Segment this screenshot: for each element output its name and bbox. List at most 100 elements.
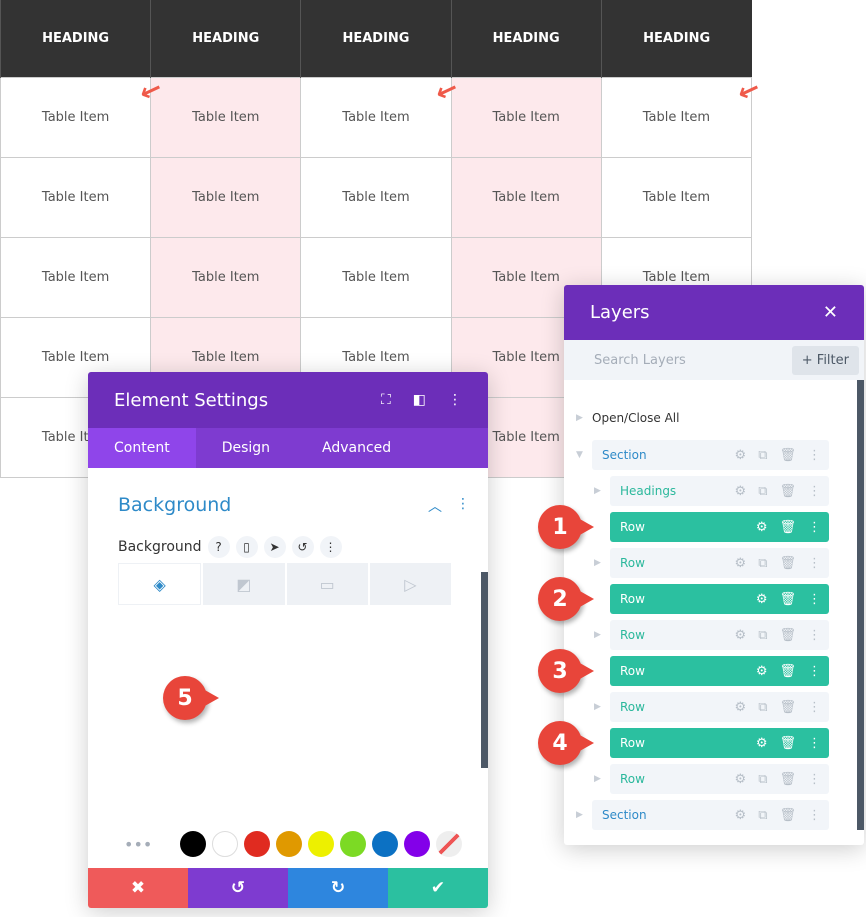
color-swatch[interactable]	[372, 831, 399, 857]
image-icon[interactable]: ▭	[286, 563, 368, 605]
layer-item[interactable]: ▶ Row ⚙ ⧉ 🗑 ⋮	[594, 620, 829, 650]
color-swatch[interactable]	[404, 831, 431, 857]
more-icon[interactable]: ⋮	[808, 772, 821, 787]
more-icon[interactable]: ⋮	[808, 592, 821, 607]
tab-design[interactable]: Design	[196, 428, 296, 468]
save-button[interactable]: ✔	[388, 868, 488, 908]
layer-item[interactable]: ▶ Section ⚙ ⧉ 🗑 ⋮	[576, 800, 829, 830]
undo-button[interactable]: ↺	[188, 868, 288, 908]
gear-icon[interactable]: ⚙	[756, 664, 768, 679]
expand-icon[interactable]: ▶	[594, 486, 601, 496]
trash-icon[interactable]: 🗑	[779, 628, 796, 643]
more-icon[interactable]: ⋮	[319, 536, 342, 558]
duplicate-icon[interactable]: ⧉	[758, 700, 767, 715]
more-icon[interactable]: ⋮	[808, 556, 821, 571]
no-color-swatch[interactable]	[436, 831, 463, 857]
layer-item[interactable]: Row ⚙ 🗑 ⋮	[610, 584, 829, 614]
trash-icon[interactable]: 🗑	[779, 700, 796, 715]
gear-icon[interactable]: ⚙	[735, 700, 747, 715]
gear-icon[interactable]: ⚙	[735, 448, 747, 463]
more-icon[interactable]: ⋮	[808, 700, 821, 715]
layer-item[interactable]: ▶ Row ⚙ ⧉ 🗑 ⋮	[594, 548, 829, 578]
more-icon[interactable]: ⋮	[808, 484, 821, 499]
sidebar-icon[interactable]: ◧	[413, 392, 426, 408]
layer-item[interactable]: Row ⚙ 🗑 ⋮	[610, 656, 829, 686]
duplicate-icon[interactable]: ⧉	[758, 556, 767, 571]
gear-icon[interactable]: ⚙	[756, 520, 768, 535]
gear-icon[interactable]: ⚙	[756, 736, 768, 751]
color-swatch[interactable]	[308, 831, 335, 857]
trash-icon[interactable]: 🗑	[779, 808, 796, 823]
paint-bucket-icon[interactable]: ◈	[118, 563, 202, 605]
tab-advanced[interactable]: Advanced	[296, 428, 417, 468]
trash-icon[interactable]: 🗑	[779, 556, 796, 571]
expand-icon[interactable]: ▶	[594, 630, 601, 640]
video-icon[interactable]: ▷	[369, 563, 451, 605]
duplicate-icon[interactable]: ⧉	[758, 448, 767, 463]
table-row: Table ItemTable ItemTable ItemTable Item…	[0, 76, 753, 158]
gear-icon[interactable]: ⚙	[735, 484, 747, 499]
chevron-up-icon[interactable]: ︿	[428, 496, 442, 516]
scrollbar[interactable]	[857, 380, 864, 830]
layer-item[interactable]: ▼ Section ⚙ ⧉ 🗑 ⋮	[576, 440, 829, 470]
open-close-all[interactable]: ▶ Open/Close All	[576, 403, 679, 433]
more-icon[interactable]: ⋮	[808, 664, 821, 679]
more-icon[interactable]: ⋮	[808, 628, 821, 643]
mobile-icon[interactable]: ▯	[235, 536, 258, 558]
reset-icon[interactable]: ↺	[291, 536, 314, 558]
cancel-button[interactable]: ✖	[88, 868, 188, 908]
duplicate-icon[interactable]: ⧉	[758, 484, 767, 499]
duplicate-icon[interactable]: ⧉	[758, 808, 767, 823]
more-icon[interactable]: ⋮	[808, 808, 821, 823]
trash-icon[interactable]: 🗑	[779, 520, 796, 535]
fullscreen-icon[interactable]: ⛶	[381, 392, 391, 408]
trash-icon[interactable]: 🗑	[779, 664, 796, 679]
duplicate-icon[interactable]: ⧉	[758, 772, 767, 787]
gear-icon[interactable]: ⚙	[735, 628, 747, 643]
expand-icon[interactable]: ▶	[594, 558, 601, 568]
cursor-icon[interactable]: ➤	[263, 536, 286, 558]
more-colors-icon[interactable]: •••	[124, 835, 152, 854]
color-swatch[interactable]	[180, 831, 207, 857]
redo-button[interactable]: ↻	[288, 868, 388, 908]
filter-button[interactable]: + Filter	[791, 345, 859, 375]
more-icon[interactable]: ⋮	[808, 448, 821, 463]
gear-icon[interactable]: ⚙	[735, 556, 747, 571]
trash-icon[interactable]: 🗑	[779, 484, 796, 499]
layer-item[interactable]: ▶ Headings ⚙ ⧉ 🗑 ⋮	[594, 476, 829, 506]
table-cell: Table Item	[0, 156, 152, 238]
trash-icon[interactable]: 🗑	[779, 772, 796, 787]
more-icon[interactable]: ⋮	[456, 496, 470, 516]
help-icon[interactable]: ?	[207, 536, 230, 558]
gear-icon[interactable]: ⚙	[735, 808, 747, 823]
trash-icon[interactable]: 🗑	[779, 736, 796, 751]
layer-label: Row	[620, 556, 645, 570]
scrollbar[interactable]	[481, 572, 488, 768]
gear-icon[interactable]: ⚙	[735, 772, 747, 787]
color-swatch[interactable]	[244, 831, 271, 857]
gear-icon[interactable]: ⚙	[756, 592, 768, 607]
expand-icon[interactable]: ▶	[594, 774, 601, 784]
color-swatch[interactable]	[276, 831, 303, 857]
expand-icon[interactable]: ▼	[576, 450, 583, 460]
more-icon[interactable]: ⋮	[808, 736, 821, 751]
more-icon[interactable]: ⋮	[808, 520, 821, 535]
color-swatch[interactable]	[212, 831, 239, 857]
duplicate-icon[interactable]: ⧉	[758, 628, 767, 643]
section-title[interactable]: Background	[118, 494, 231, 516]
gradient-icon[interactable]: ◩	[203, 563, 285, 605]
tab-content[interactable]: Content	[88, 428, 196, 468]
color-swatch[interactable]	[340, 831, 367, 857]
expand-icon[interactable]: ▶	[576, 810, 583, 820]
more-icon[interactable]: ⋮	[448, 392, 462, 408]
trash-icon[interactable]: 🗑	[779, 448, 796, 463]
layer-item[interactable]: Row ⚙ 🗑 ⋮	[610, 512, 829, 542]
layer-item[interactable]: Row ⚙ 🗑 ⋮	[610, 728, 829, 758]
search-input[interactable]: Search Layers	[594, 353, 686, 368]
layer-item[interactable]: ▶ Row ⚙ ⧉ 🗑 ⋮	[594, 692, 829, 722]
layer-item[interactable]: ▶ Row ⚙ ⧉ 🗑 ⋮	[594, 764, 829, 794]
close-icon[interactable]: ✕	[823, 302, 838, 323]
expand-icon[interactable]: ▶	[594, 702, 601, 712]
trash-icon[interactable]: 🗑	[779, 592, 796, 607]
column-header: HEADING	[450, 0, 602, 77]
